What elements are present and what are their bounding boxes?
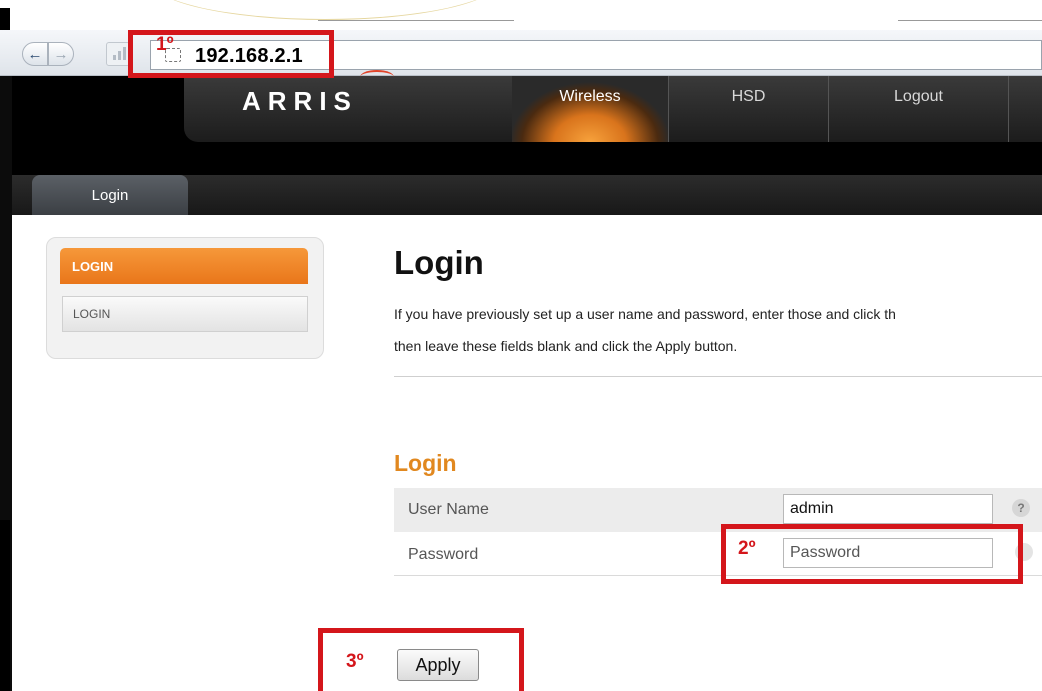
nav-logout[interactable]: Logout bbox=[828, 76, 1008, 142]
forward-button[interactable]: → bbox=[48, 42, 74, 66]
logo-arc-icon bbox=[360, 70, 394, 84]
page-description: If you have previously set up a user nam… bbox=[394, 298, 1042, 362]
username-input[interactable] bbox=[783, 494, 993, 524]
description-line: then leave these fields blank and click … bbox=[394, 338, 738, 354]
back-arrow-icon: ← bbox=[27, 45, 43, 63]
password-label: Password bbox=[408, 546, 479, 563]
signal-bar-icon bbox=[123, 47, 126, 60]
nav-separator bbox=[1008, 76, 1009, 142]
sidebar-item-login[interactable]: LOGIN bbox=[62, 296, 308, 332]
decorative-arc bbox=[150, 0, 500, 20]
help-icon[interactable]: ? bbox=[1012, 499, 1030, 517]
username-label: User Name bbox=[408, 501, 489, 518]
page-title: Login bbox=[394, 244, 484, 281]
signal-bar-icon bbox=[113, 55, 116, 60]
arris-logo: ARRIS bbox=[242, 86, 358, 116]
tab-line bbox=[318, 20, 514, 21]
annotation-box-step2 bbox=[721, 524, 1023, 584]
divider bbox=[394, 376, 1042, 377]
signal-button[interactable] bbox=[106, 42, 130, 66]
sidebar-header[interactable]: LOGIN bbox=[60, 248, 308, 284]
left-edge bbox=[0, 520, 10, 691]
window-edge bbox=[0, 8, 10, 30]
screenshot: ← → 192.168.2.1 ARRIS Wireless HSD Logou… bbox=[0, 0, 1042, 691]
top-strip bbox=[0, 0, 1042, 30]
signal-bar-icon bbox=[118, 51, 121, 60]
description-line: If you have previously set up a user nam… bbox=[394, 306, 896, 322]
annotation-step2: 2º bbox=[738, 538, 756, 559]
back-button[interactable]: ← bbox=[22, 42, 48, 66]
tab-line bbox=[898, 20, 1042, 21]
nav-wireless[interactable]: Wireless bbox=[512, 76, 668, 142]
form-title: Login bbox=[394, 450, 457, 476]
forward-arrow-icon: → bbox=[53, 45, 69, 63]
tab-login[interactable]: Login bbox=[32, 175, 188, 215]
nav-hsd[interactable]: HSD bbox=[668, 76, 828, 142]
annotation-step3: 3º bbox=[346, 651, 364, 672]
annotation-step1: 1º bbox=[156, 34, 174, 55]
